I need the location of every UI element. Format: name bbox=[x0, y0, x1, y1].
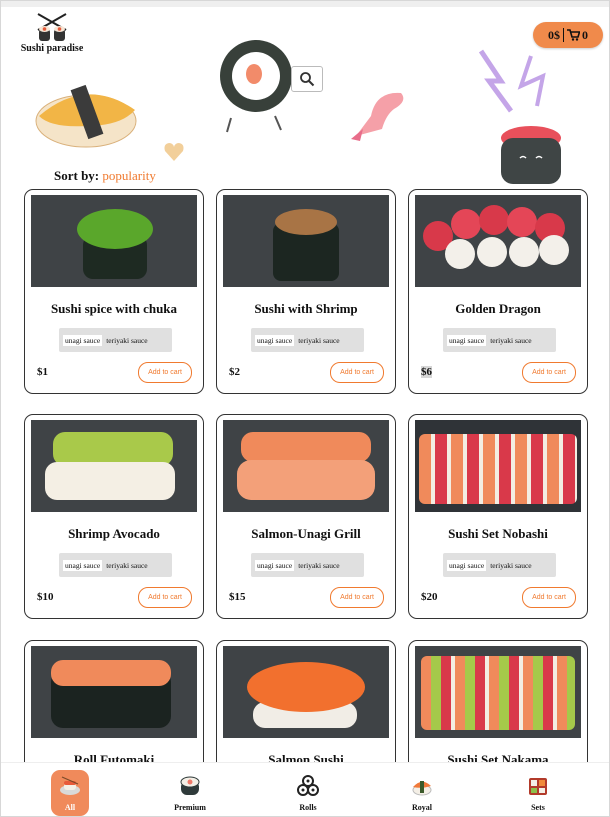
sauce-option-unagi[interactable]: unagi sauce bbox=[255, 559, 295, 571]
sauce-option-unagi[interactable]: unagi sauce bbox=[447, 334, 487, 346]
maki-roll-icon bbox=[180, 776, 200, 795]
product-image[interactable] bbox=[223, 420, 389, 512]
product-image[interactable] bbox=[31, 195, 197, 287]
product-card[interactable]: Sushi Set Nobashi unagi sauce teriyaki s… bbox=[408, 414, 588, 619]
product-price: $2 bbox=[229, 366, 240, 378]
product-price: $1 bbox=[37, 366, 48, 378]
lightning-illustration bbox=[478, 49, 546, 113]
add-to-cart-button[interactable]: Add to cart bbox=[330, 362, 384, 383]
nav-label: Rolls bbox=[299, 803, 317, 812]
product-price: $6 bbox=[421, 366, 432, 378]
nav-item-royal[interactable]: Royal bbox=[387, 763, 457, 816]
product-price: $10 bbox=[37, 591, 54, 603]
cart-separator bbox=[563, 28, 564, 42]
nav-item-sets[interactable]: Sets bbox=[503, 763, 573, 816]
product-image[interactable] bbox=[31, 646, 197, 738]
sauce-option-teriyaki[interactable]: teriyaki sauce bbox=[298, 336, 339, 345]
app-logo[interactable]: Sushi paradise bbox=[15, 12, 89, 54]
product-name: Sushi spice with chuka bbox=[50, 301, 178, 316]
sauce-option-unagi[interactable]: unagi sauce bbox=[255, 334, 295, 346]
product-price: $20 bbox=[421, 591, 438, 603]
nav-label: Premium bbox=[174, 803, 206, 812]
app-title: Sushi paradise bbox=[20, 43, 84, 54]
sauce-selector[interactable]: unagi sauce teriyaki sauce bbox=[59, 553, 172, 577]
cart-icon bbox=[567, 29, 580, 41]
bottom-navigation: All Premium Rolls Royal Sets bbox=[1, 762, 609, 816]
sauce-option-unagi[interactable]: unagi sauce bbox=[63, 334, 103, 346]
sauce-option-teriyaki[interactable]: teriyaki sauce bbox=[298, 561, 339, 570]
product-card[interactable]: Golden Dragon unagi sauce teriyaki sauce… bbox=[408, 189, 588, 394]
sauce-option-teriyaki[interactable]: teriyaki sauce bbox=[106, 561, 147, 570]
product-image[interactable] bbox=[223, 646, 389, 738]
add-to-cart-button[interactable]: Add to cart bbox=[138, 362, 192, 383]
product-card[interactable]: Sushi spice with chuka unagi sauce teriy… bbox=[24, 189, 204, 394]
cart-button[interactable]: 0$ 0 bbox=[533, 22, 603, 48]
sauce-option-unagi[interactable]: unagi sauce bbox=[447, 559, 487, 571]
product-name: Sushi Set Nobashi bbox=[448, 526, 548, 541]
rolls-stack-icon bbox=[297, 775, 319, 796]
product-name: Sushi with Shrimp bbox=[254, 301, 358, 316]
product-name: Golden Dragon bbox=[455, 301, 541, 316]
sort-value[interactable]: popularity bbox=[102, 168, 155, 183]
nav-item-rolls[interactable]: Rolls bbox=[273, 763, 343, 816]
nav-label: Sets bbox=[531, 803, 545, 812]
sushi-chopsticks-icon bbox=[37, 13, 67, 41]
product-image[interactable] bbox=[223, 195, 389, 287]
nav-label: All bbox=[64, 803, 76, 812]
product-name: Salmon-Unagi Grill bbox=[251, 526, 361, 541]
product-image[interactable] bbox=[415, 646, 581, 738]
product-card[interactable]: Sushi with Shrimp unagi sauce teriyaki s… bbox=[216, 189, 396, 394]
sort-control[interactable]: Sort by: popularity bbox=[54, 168, 156, 184]
cart-amount: 0$ bbox=[548, 27, 560, 42]
product-image[interactable] bbox=[31, 420, 197, 512]
add-to-cart-button[interactable]: Add to cart bbox=[330, 587, 384, 608]
nigiri-icon bbox=[412, 781, 432, 796]
sauce-option-unagi[interactable]: unagi sauce bbox=[63, 559, 103, 571]
sauce-selector[interactable]: unagi sauce teriyaki sauce bbox=[443, 328, 556, 352]
product-price: $15 bbox=[229, 591, 246, 603]
sauce-selector[interactable]: unagi sauce teriyaki sauce bbox=[251, 553, 364, 577]
sushi-plate-icon bbox=[60, 776, 80, 795]
product-image[interactable] bbox=[415, 420, 581, 512]
sauce-selector[interactable]: unagi sauce teriyaki sauce bbox=[59, 328, 172, 352]
heart-illustration bbox=[164, 143, 184, 161]
gunkan-mascot-illustration bbox=[501, 126, 561, 184]
product-name: Shrimp Avocado bbox=[68, 526, 160, 541]
sauce-selector[interactable]: unagi sauce teriyaki sauce bbox=[251, 328, 364, 352]
top-border bbox=[1, 1, 609, 7]
nigiri-illustration bbox=[35, 84, 137, 148]
product-card[interactable]: Salmon-Unagi Grill unagi sauce teriyaki … bbox=[216, 414, 396, 619]
shrimp-illustration bbox=[351, 92, 404, 141]
search-button[interactable] bbox=[291, 66, 323, 92]
add-to-cart-button[interactable]: Add to cart bbox=[138, 587, 192, 608]
product-card[interactable]: Shrimp Avocado unagi sauce teriyaki sauc… bbox=[24, 414, 204, 619]
nav-item-premium[interactable]: Premium bbox=[155, 763, 225, 816]
nav-label: Royal bbox=[412, 803, 432, 812]
app-window: Sushi paradise 0$ 0 Sort by: popularity … bbox=[0, 0, 610, 817]
add-to-cart-button[interactable]: Add to cart bbox=[522, 587, 576, 608]
sauce-selector[interactable]: unagi sauce teriyaki sauce bbox=[443, 553, 556, 577]
product-image[interactable] bbox=[415, 195, 581, 287]
sauce-option-teriyaki[interactable]: teriyaki sauce bbox=[490, 336, 531, 345]
sauce-option-teriyaki[interactable]: teriyaki sauce bbox=[490, 561, 531, 570]
search-icon bbox=[300, 72, 315, 87]
cart-count: 0 bbox=[582, 27, 588, 42]
nav-item-all[interactable]: All bbox=[35, 763, 105, 816]
add-to-cart-button[interactable]: Add to cart bbox=[522, 362, 576, 383]
bento-box-icon bbox=[529, 778, 547, 795]
sauce-option-teriyaki[interactable]: teriyaki sauce bbox=[106, 336, 147, 345]
sort-label: Sort by: bbox=[54, 168, 100, 183]
